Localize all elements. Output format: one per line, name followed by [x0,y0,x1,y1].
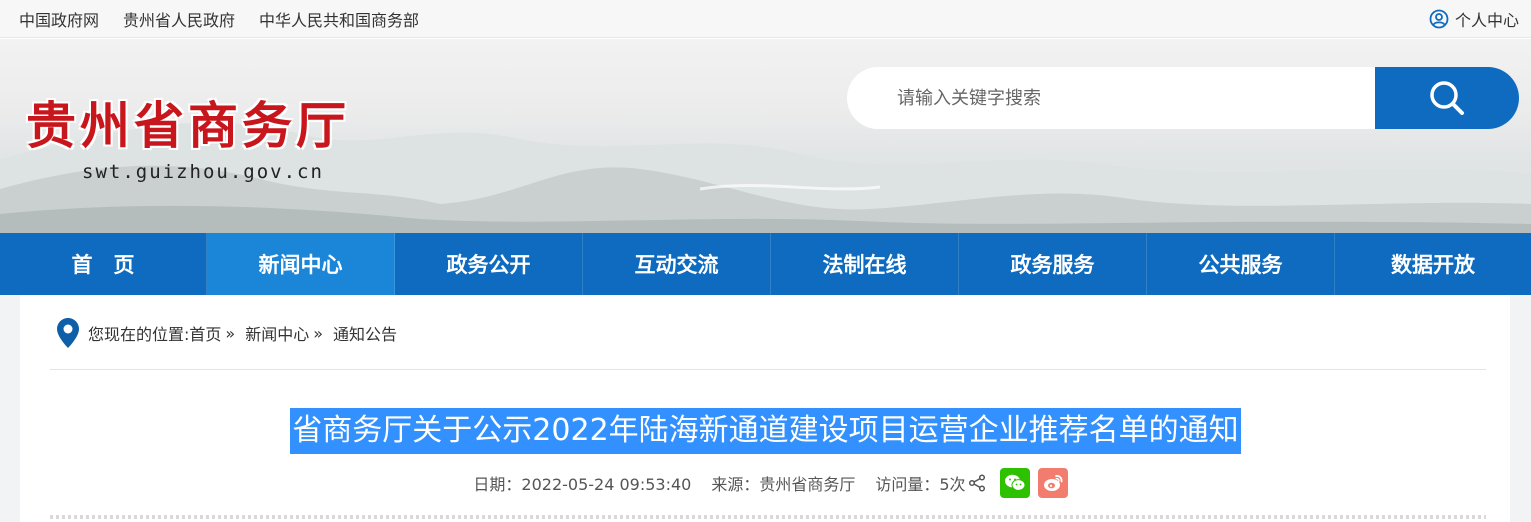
link-gov-cn[interactable]: 中国政府网 [19,7,99,31]
article-visits: 访问量：5次 [875,475,966,494]
search-button[interactable] [1375,67,1519,129]
wechat-icon [1004,474,1026,491]
nav-open-data[interactable]: 数据开放 [1335,233,1531,295]
link-mofcom[interactable]: 中华人民共和国商务部 [259,7,419,31]
search-icon [1430,81,1464,115]
location-pin-icon [57,318,79,348]
share-wechat-button[interactable] [999,468,1030,498]
article-title-row: 省商务厅关于公示2022年陆海新通道建设项目运营企业推荐名单的通知 [0,408,1531,454]
nav-home[interactable]: 首 页 [0,233,207,295]
weibo-icon [1043,475,1063,491]
share-weibo-button[interactable] [1037,468,1068,498]
breadcrumb-separator: » [313,323,324,343]
top-utility-bar: 中国政府网 贵州省人民政府 中华人民共和国商务部 个人中心 [0,0,1531,38]
nav-gov-affairs-open[interactable]: 政务公开 [395,233,583,295]
search-bar [847,67,1519,129]
nav-legal-online[interactable]: 法制在线 [771,233,959,295]
nav-interaction[interactable]: 互动交流 [583,233,771,295]
site-domain: swt.guizhou.gov.cn [82,161,324,183]
meta-divider [50,515,1486,519]
article-date: 日期：2022-05-24 09:53:40 [473,475,692,494]
user-icon [1429,9,1449,29]
breadcrumb: 您现在的位置: 首页 » 新闻中心 » 通知公告 [56,317,397,349]
user-center-link[interactable]: 个人中心 [1429,0,1519,38]
breadcrumb-home[interactable]: 首页 [189,321,221,345]
main-nav: 首 页 新闻中心 政务公开 互动交流 法制在线 政务服务 公共服务 数据开放 [0,233,1531,295]
breadcrumb-news-center[interactable]: 新闻中心 [245,321,309,345]
nav-news-center[interactable]: 新闻中心 [207,233,395,295]
article-title: 省商务厅关于公示2022年陆海新通道建设项目运营企业推荐名单的通知 [290,408,1241,454]
site-title: 贵州省商务厅 [26,96,350,155]
share-icon[interactable] [968,474,986,492]
search-box [847,67,1387,129]
top-links: 中国政府网 贵州省人民政府 中华人民共和国商务部 [19,0,443,38]
search-input[interactable] [897,83,1367,113]
link-guizhou-gov[interactable]: 贵州省人民政府 [123,7,235,31]
article-meta: 日期：2022-05-24 09:53:40 来源：贵州省商务厅 访问量：5次 [0,468,1531,498]
breadcrumb-separator: » [225,323,236,343]
article-source: 来源：贵州省商务厅 [711,475,856,494]
nav-public-services[interactable]: 公共服务 [1147,233,1335,295]
breadcrumb-prefix: 您现在的位置: [88,325,190,344]
nav-gov-services[interactable]: 政务服务 [959,233,1147,295]
user-center-label: 个人中心 [1454,11,1519,30]
breadcrumb-notices[interactable]: 通知公告 [333,321,397,345]
breadcrumb-divider [50,369,1486,370]
